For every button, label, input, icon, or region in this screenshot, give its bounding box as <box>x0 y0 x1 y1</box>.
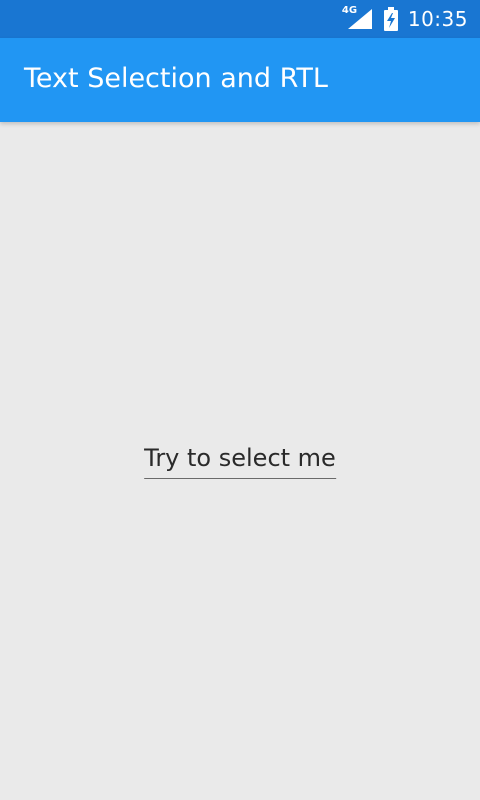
network-type-label: 4G <box>341 5 358 16</box>
screen: 4G 10:35 Text Selection and RTL Try to s… <box>0 0 480 800</box>
status-bar: 4G 10:35 <box>0 0 480 38</box>
app-bar: Text Selection and RTL <box>0 38 480 122</box>
battery-charging-icon <box>383 7 398 31</box>
status-icons: 4G 10:35 <box>341 0 468 38</box>
selectable-text-field[interactable]: Try to select me <box>144 444 336 479</box>
app-title: Text Selection and RTL <box>24 63 328 94</box>
content-area: Try to select me <box>0 122 480 800</box>
status-time: 10:35 <box>407 7 468 31</box>
signal-indicator: 4G <box>341 5 374 30</box>
